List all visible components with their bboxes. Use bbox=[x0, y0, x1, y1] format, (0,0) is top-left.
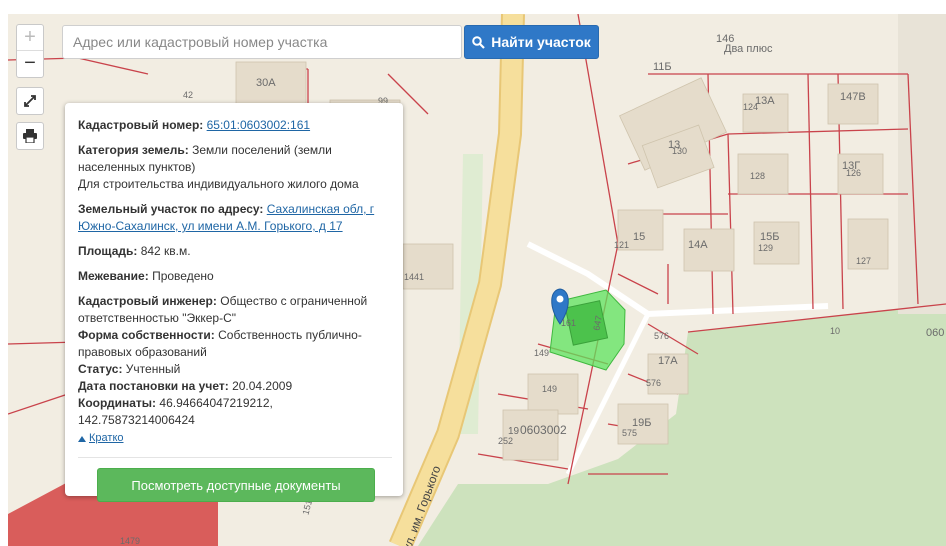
green-area bbox=[418, 304, 946, 546]
cadastral-number-label: Кадастровый номер: bbox=[78, 118, 204, 132]
land-use-value: Для строительства индивидуального жилого… bbox=[78, 177, 359, 191]
zoom-control: + − bbox=[16, 24, 44, 78]
map-label-129: 129 bbox=[758, 243, 773, 253]
coordinates-label: Координаты: bbox=[78, 396, 157, 410]
map-label-124: 124 bbox=[743, 102, 758, 112]
map-label-130: 130 bbox=[672, 146, 687, 156]
zoom-in-button[interactable]: + bbox=[17, 25, 43, 51]
map-label-121: 121 bbox=[614, 240, 629, 250]
caret-up-icon bbox=[78, 435, 86, 442]
map-label-127: 127 bbox=[856, 256, 871, 266]
fullscreen-button[interactable] bbox=[16, 87, 44, 115]
land-category-label: Категория земель: bbox=[78, 143, 189, 157]
parcel-info-popup: Кадастровый номер: 65:01:0603002:161 Кат… bbox=[65, 103, 403, 502]
map-label-126: 126 bbox=[846, 168, 861, 178]
print-button[interactable] bbox=[16, 122, 44, 150]
status-label: Статус: bbox=[78, 362, 123, 376]
ownership-label: Форма собственности: bbox=[78, 328, 215, 342]
zoom-out-button[interactable]: − bbox=[17, 51, 43, 77]
registration-date-value: 20.04.2009 bbox=[232, 379, 293, 393]
area-value: 842 кв.м. bbox=[140, 244, 191, 258]
view-documents-button[interactable]: Посмотреть доступные документы bbox=[97, 468, 375, 502]
map-label-block: 0603002 bbox=[520, 423, 567, 437]
cadastral-number-link[interactable]: 65:01:0603002:161 bbox=[207, 118, 310, 132]
engineer-label: Кадастровый инженер: bbox=[78, 294, 217, 308]
find-parcel-label: Найти участок bbox=[491, 34, 591, 50]
map-label-128: 128 bbox=[750, 171, 765, 181]
map-label-17a: 17А bbox=[658, 355, 678, 367]
map-label-1441: 1441 bbox=[404, 272, 424, 282]
map-label-13a: 13А bbox=[755, 95, 775, 107]
map-label-060: 060 bbox=[926, 327, 944, 339]
registration-date-label: Дата постановки на учет: bbox=[78, 379, 229, 393]
survey-label: Межевание: bbox=[78, 269, 149, 283]
search-input[interactable] bbox=[62, 25, 462, 59]
map-label-161: 161 bbox=[561, 318, 576, 328]
search-icon bbox=[472, 35, 485, 49]
address-label: Земельный участок по адресу: bbox=[78, 202, 264, 216]
status-value: Учтенный bbox=[125, 362, 181, 376]
popup-divider bbox=[78, 457, 392, 458]
map-label-147v: 147В bbox=[840, 91, 866, 103]
map-label-252: 252 bbox=[498, 436, 513, 446]
map-label-30a: 30А bbox=[256, 77, 276, 89]
map-label-576b: 576 bbox=[646, 378, 661, 388]
map-label-575: 575 bbox=[622, 428, 637, 438]
map-strip bbox=[898, 14, 946, 314]
map-label-dva-plus: Два плюс bbox=[724, 43, 773, 55]
map-label-576a: 576 bbox=[654, 331, 669, 341]
map-label-1479: 1479 bbox=[120, 536, 140, 546]
survey-value: Проведено bbox=[152, 269, 214, 283]
map-label-15b: 15Б bbox=[760, 231, 779, 243]
map-label-14a: 14А bbox=[688, 239, 708, 251]
map-label-149b: 149 bbox=[542, 384, 557, 394]
map-label-149a: 149 bbox=[534, 348, 549, 358]
map-label-42: 42 bbox=[183, 90, 193, 100]
collapse-link[interactable]: Кратко bbox=[78, 430, 124, 447]
collapse-label: Кратко bbox=[89, 432, 124, 444]
printer-icon bbox=[23, 129, 37, 143]
expand-icon bbox=[24, 95, 36, 107]
map-label-15: 15 bbox=[633, 231, 645, 243]
map-label-10: 10 bbox=[830, 326, 840, 336]
map-label-19: 19 bbox=[508, 426, 520, 437]
find-parcel-button[interactable]: Найти участок bbox=[464, 25, 599, 59]
area-label: Площадь: bbox=[78, 244, 138, 258]
map-label-11b: 11Б bbox=[653, 61, 672, 73]
